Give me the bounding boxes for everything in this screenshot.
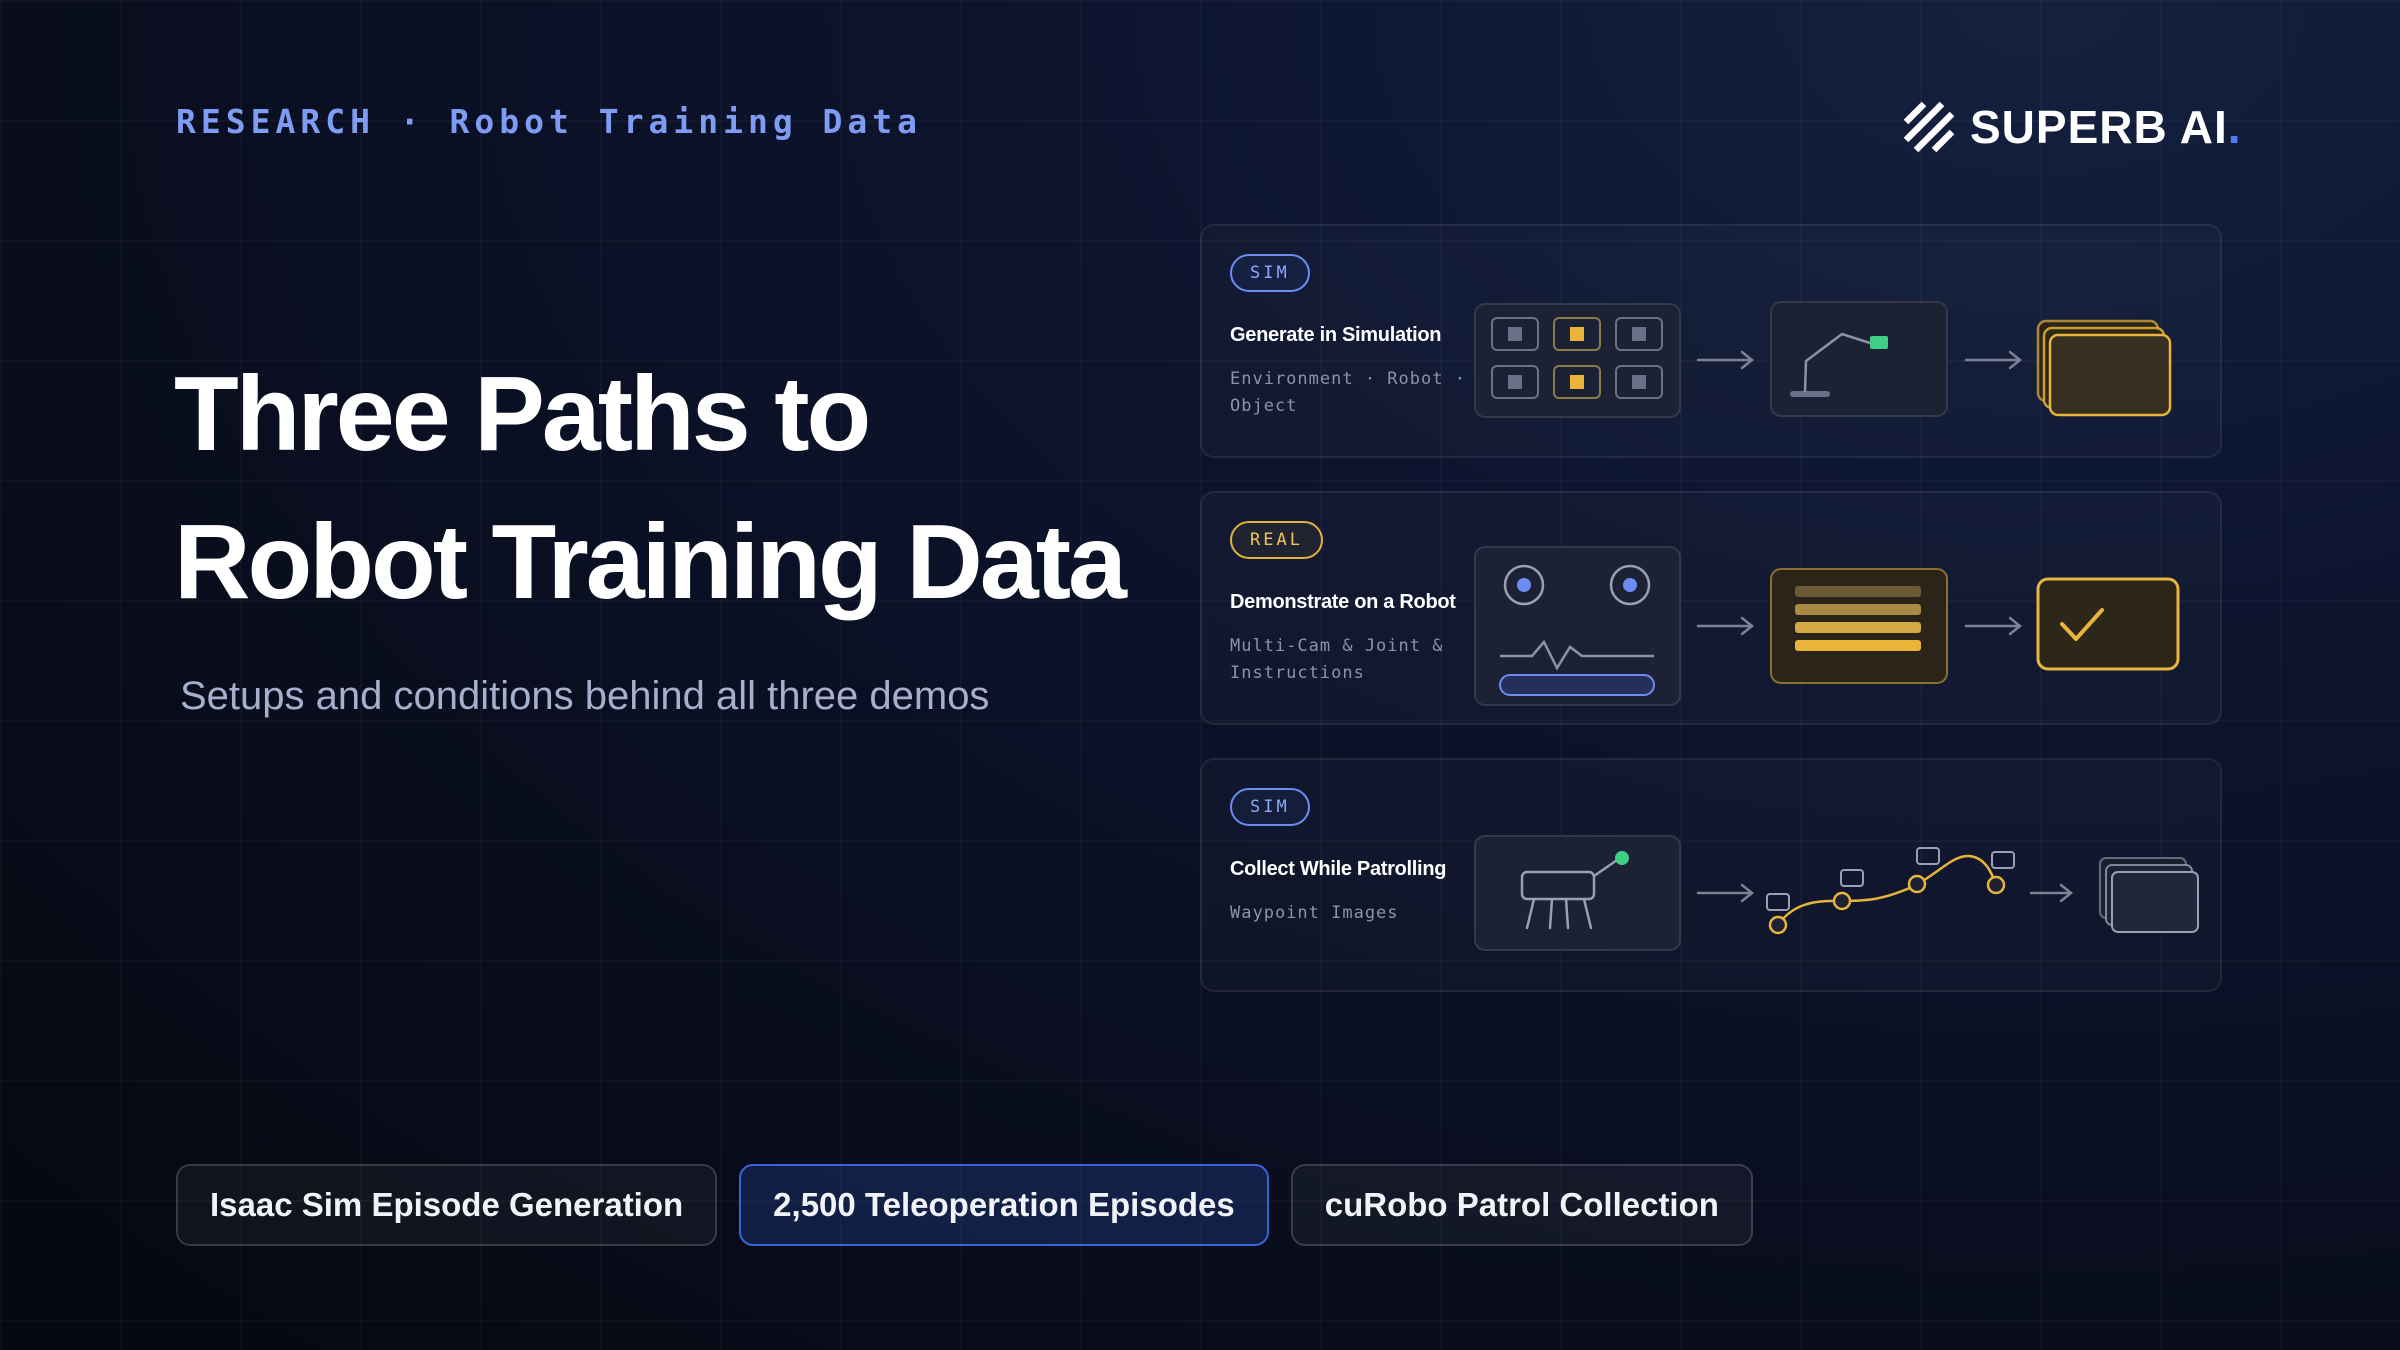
- arrow-right-icon: [1964, 616, 2023, 636]
- paths-list: SIM Generate in Simulation Environment ·…: [1200, 224, 2222, 1025]
- quadruped-robot-icon: [1474, 835, 1681, 951]
- simulation-flow-diagram: [1474, 301, 2172, 418]
- logo-wordmark: SUPERB AI.: [1970, 101, 2242, 153]
- brand-logo[interactable]: SUPERB AI.: [1902, 100, 2242, 154]
- arrow-right-icon: [1696, 616, 1755, 636]
- waypoint-path-icon: [1766, 847, 2015, 935]
- episode-stack-icon: [2036, 319, 2172, 417]
- page-subtitle: Setups and conditions behind all three d…: [180, 674, 990, 718]
- environment-grid-icon: [1474, 303, 1681, 418]
- instructions-list-icon: [1770, 568, 1948, 684]
- arrow-right-icon: [1964, 350, 2023, 370]
- superb-ai-logo-icon: [1903, 101, 1955, 153]
- eyebrow-label: RESEARCH · Robot Training Data: [176, 102, 923, 141]
- checkmark-icon: [2036, 577, 2180, 671]
- path-card-simulation[interactable]: SIM Generate in Simulation Environment ·…: [1200, 224, 2222, 458]
- arrow-right-icon: [1696, 350, 1755, 370]
- pill-teleoperation[interactable]: 2,500 Teleoperation Episodes: [739, 1164, 1269, 1246]
- pill-curobo-patrol[interactable]: cuRobo Patrol Collection: [1290, 1164, 1753, 1246]
- real-robot-flow-diagram: [1474, 546, 2180, 706]
- arrow-right-icon: [2029, 883, 2074, 903]
- image-stack-icon: [2099, 857, 2199, 933]
- title-line-1: Three Paths to: [174, 355, 871, 473]
- teleoperation-monitor-icon: [1474, 546, 1681, 706]
- robot-arm-icon: [1770, 301, 1948, 417]
- title-line-2: Robot Training Data: [174, 503, 1127, 621]
- arrow-right-icon: [1696, 883, 1755, 903]
- path-card-patrol[interactable]: SIM Collect While Patrolling Waypoint Im…: [1200, 758, 2222, 992]
- page-title: Three Paths to Robot Training Data: [174, 340, 1127, 636]
- patrol-flow-diagram: [1474, 835, 2199, 951]
- summary-pills: Isaac Sim Episode Generation 2,500 Teleo…: [176, 1164, 1753, 1246]
- pill-isaac-sim[interactable]: Isaac Sim Episode Generation: [176, 1164, 718, 1246]
- path-card-real-robot[interactable]: REAL Demonstrate on a Robot Multi-Cam & …: [1200, 491, 2222, 725]
